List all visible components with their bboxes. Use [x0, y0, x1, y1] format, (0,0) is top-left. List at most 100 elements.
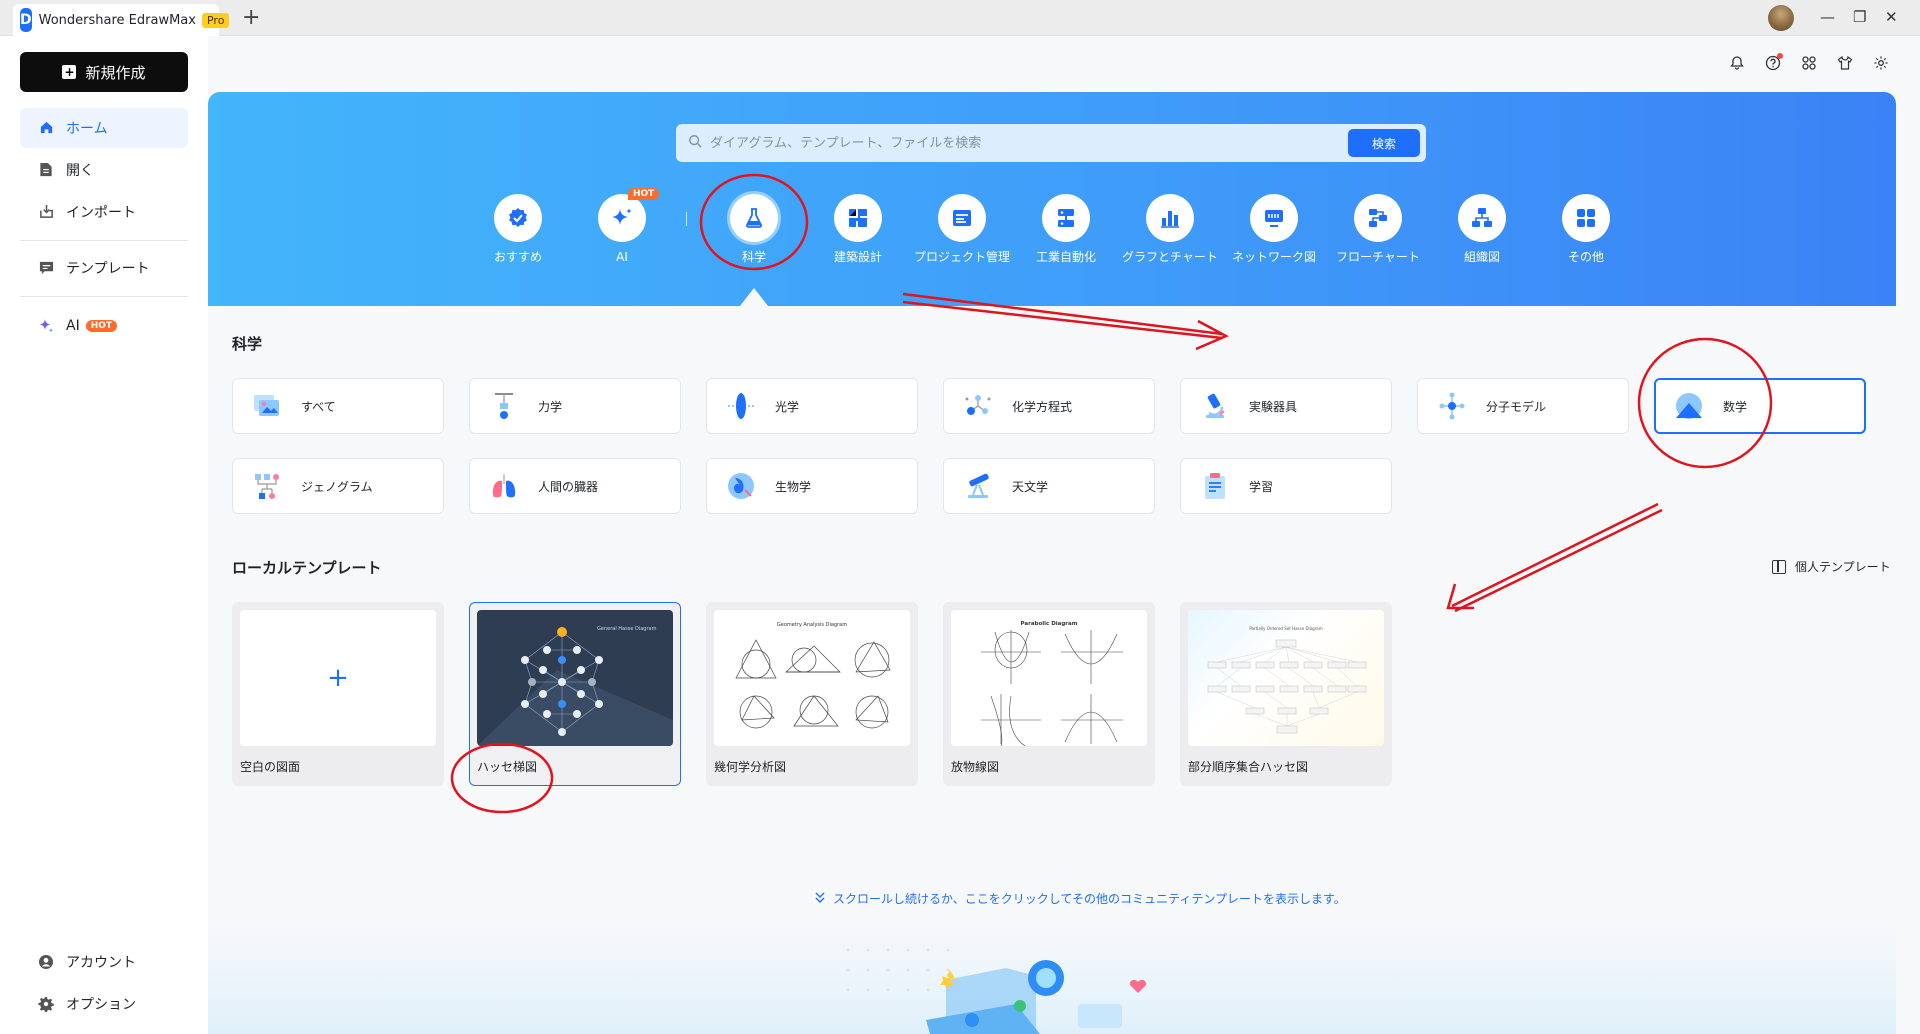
new-document-label: 新規作成 [85, 63, 146, 82]
category-ai[interactable]: HOT AI [570, 188, 674, 264]
template-card-parabola[interactable]: Parabolic Diagram 放物線図 [943, 602, 1155, 786]
sidebar-divider [20, 240, 188, 241]
sidebar-item-open[interactable]: 開く [20, 150, 188, 190]
category-label: フローチャート [1336, 250, 1420, 264]
category-recommend[interactable]: おすすめ [466, 194, 570, 264]
subcategory-molecule[interactable]: 分子モデル [1417, 378, 1629, 434]
orgchart-icon [1472, 208, 1492, 227]
template-card-blank[interactable]: + 空白の図面 [232, 602, 444, 786]
category-label: グラフとチャート [1122, 250, 1218, 264]
subcategory-biology[interactable]: 生物学 [706, 458, 918, 514]
minimize-button[interactable]: — [1820, 8, 1835, 26]
recommend-icon [509, 208, 527, 227]
category-charts[interactable]: グラフとチャート [1118, 194, 1222, 264]
subcategory-label: 化学方程式 [1012, 399, 1073, 414]
close-button[interactable]: ✕ [1885, 8, 1898, 26]
pro-badge: Pro [201, 12, 230, 28]
category-architecture[interactable]: 建築設計 [806, 194, 910, 264]
sidebar-item-home[interactable]: ホーム [20, 108, 188, 148]
subcategory-optics[interactable]: 光学 [706, 378, 918, 434]
personal-templates-link[interactable]: 個人テンプレート [1772, 558, 1891, 575]
import-icon [38, 204, 54, 220]
template-title: ハッセ梯図 [477, 760, 538, 774]
subcategory-lab-equipment[interactable]: 実験器具 [1180, 378, 1392, 434]
sidebar-item-options[interactable]: オプション [20, 984, 188, 1024]
subcategory-learning[interactable]: 学習 [1180, 458, 1392, 514]
category-network[interactable]: ネットワーク図 [1222, 194, 1326, 264]
section-title-science: 科学 [232, 335, 263, 353]
sidebar-item-import[interactable]: インポート [20, 192, 188, 232]
more-templates-link[interactable]: スクロールし続けるか、ここをクリックしてその他のコミュニティテンプレートを表示し… [815, 890, 1346, 907]
lungs-icon [488, 470, 520, 502]
thumbnail-title: Geometry Analysis Diagram [777, 622, 847, 628]
subcategory-mechanics[interactable]: 力学 [469, 378, 681, 434]
help-icon[interactable] [1762, 52, 1784, 74]
hasse-thumbnail: General Hasse Diagram [477, 610, 673, 746]
subcategory-all[interactable]: すべて [232, 378, 444, 434]
parabola-thumbnail: Parabolic Diagram [951, 610, 1147, 746]
bell-icon[interactable] [1726, 52, 1748, 74]
template-card-poset-hasse[interactable]: Partially Ordered Set Hasse Diagram 部分順序… [1180, 602, 1392, 786]
sidebar-item-label: アカウント [66, 955, 136, 971]
subcategory-genogram[interactable]: ジェノグラム [232, 458, 444, 514]
mechanics-icon [488, 390, 520, 422]
sparkle-icon [38, 318, 54, 334]
all-icon [251, 390, 283, 422]
sidebar-item-label: オプション [66, 997, 136, 1013]
category-label: 工業自動化 [1035, 250, 1096, 264]
plus-icon: + [62, 65, 77, 79]
subcategory-label: 分子モデル [1486, 399, 1547, 414]
template-title: 幾何学分析図 [714, 760, 787, 774]
category-label: 科学 [741, 250, 766, 264]
apps-icon[interactable] [1798, 52, 1820, 74]
template-title: 部分順序集合ハッセ図 [1188, 760, 1309, 774]
new-document-button[interactable]: + 新規作成 [20, 52, 188, 92]
flowchart-icon [1369, 209, 1387, 227]
subcategory-math[interactable]: 数学 [1654, 378, 1866, 434]
new-tab-button[interactable]: + [242, 6, 260, 30]
settings-icon[interactable] [1870, 52, 1892, 74]
geometry-thumbnail: Geometry Analysis Diagram [714, 610, 910, 746]
subcategory-astronomy[interactable]: 天文学 [943, 458, 1155, 514]
restore-button[interactable]: ❐ [1853, 8, 1866, 26]
category-automation[interactable]: 工業自動化 [1014, 194, 1118, 264]
app-tab[interactable]: D Wondershare EdrawMax Pro [13, 4, 230, 36]
subcategory-human-organs[interactable]: 人間の臓器 [469, 458, 681, 514]
sidebar-item-label: インポート [66, 205, 136, 221]
template-card-geometry[interactable]: Geometry Analysis Diagram 幾何学分析図 [706, 602, 918, 786]
floorplan-icon [849, 209, 867, 227]
plus-icon: + [327, 663, 349, 693]
flask-icon [746, 208, 762, 228]
template-card-hasse[interactable]: General Hasse Diagram ハッセ梯図 [469, 602, 681, 786]
telescope-icon [962, 470, 994, 502]
sidebar-item-label: テンプレート [66, 261, 150, 277]
sidebar-item-label: ホーム [66, 121, 108, 137]
genogram-icon [251, 470, 283, 502]
category-project[interactable]: プロジェクト管理 [910, 194, 1014, 264]
top-toolbar [1726, 50, 1892, 76]
microscope-icon [1199, 390, 1231, 422]
subcategory-chemistry[interactable]: 化学方程式 [943, 378, 1155, 434]
category-label: おすすめ [493, 250, 542, 264]
template-title: 空白の図面 [240, 760, 301, 774]
biology-icon [725, 470, 757, 502]
user-avatar[interactable] [1768, 5, 1794, 31]
sidebar-item-templates[interactable]: テンプレート [20, 248, 188, 288]
category-other[interactable]: その他 [1534, 194, 1638, 264]
template-icon [38, 260, 54, 276]
search-button[interactable]: 検索 [1348, 129, 1420, 157]
gear-icon [38, 996, 54, 1013]
edraw-logo-icon: D [20, 8, 32, 32]
category-label: 組織図 [1463, 250, 1500, 264]
hero-banner: 検索 おすすめ HOT AI 科学 建築設計 プロジェクト管理 工業自動化 グラ… [208, 92, 1896, 306]
search-input[interactable] [710, 125, 1426, 161]
category-orgchart[interactable]: 組織図 [1430, 194, 1534, 264]
annotation-arrow-down-left [1446, 502, 1663, 613]
shirt-icon[interactable] [1834, 52, 1856, 74]
category-label: ネットワーク図 [1231, 250, 1316, 264]
category-science[interactable]: 科学 [702, 194, 806, 264]
sidebar-item-account[interactable]: アカウント [20, 942, 188, 982]
category-label: AI [616, 250, 628, 264]
sidebar-item-ai[interactable]: AI HOT [20, 306, 188, 346]
category-flowchart[interactable]: フローチャート [1326, 194, 1430, 264]
